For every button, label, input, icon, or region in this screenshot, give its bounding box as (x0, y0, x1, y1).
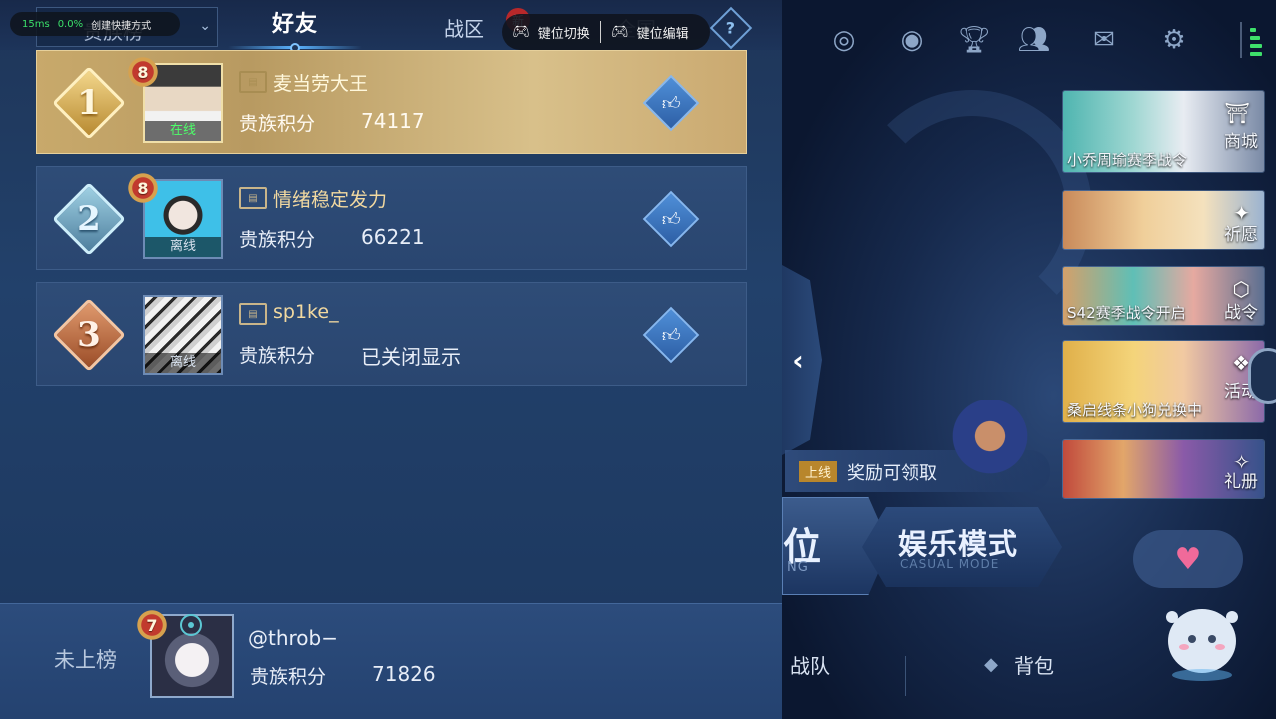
thumbs-up-icon: 👍︎ (661, 93, 681, 114)
score-label: 贵族积分 (250, 666, 327, 688)
nav-bag[interactable]: ◆ 背包 (978, 650, 1054, 679)
heart-icon: ♥ (1174, 541, 1202, 577)
player-name: 情绪稳定发力 (273, 189, 388, 211)
loss-readout: 0.0% (57, 18, 84, 30)
nav-team-label: 战队 (790, 654, 830, 678)
mail-icon[interactable]: ✉ (1084, 20, 1124, 60)
help-glyph: ? (726, 18, 736, 38)
side-float-button[interactable] (1248, 348, 1276, 404)
thumbs-up-icon: 👍︎ (661, 325, 681, 346)
promo-button-label: 祈愿 (1224, 225, 1258, 245)
score-label: 贵族积分 (239, 113, 316, 135)
noble-level-badge: 8 (123, 171, 163, 205)
status-label: 离线 (145, 353, 221, 373)
noble-level-badge: 7 (132, 608, 172, 642)
key-edit-button[interactable]: 🎮︎ 键位编辑 (601, 23, 699, 42)
key-switch-button[interactable]: 🎮︎ 键位切换 (502, 23, 600, 42)
shop-icon: ⛩ (1224, 101, 1250, 125)
reward-text: 奖励可领取 (847, 463, 937, 484)
target-icon[interactable]: ◎ (824, 20, 864, 60)
unranked-label: 未上榜 (54, 648, 117, 672)
score-value: 71826 (372, 662, 436, 686)
score-value: 已关闭显示 (361, 345, 461, 369)
nav-team[interactable]: 战队 (790, 650, 830, 679)
rank-number: 2 (77, 199, 101, 239)
bag-icon: ◆ (984, 654, 998, 675)
rank-number: 1 (77, 83, 101, 123)
casual-mode-subtitle: CASUAL MODE (900, 557, 1000, 571)
promo-button-label: 商城 (1224, 132, 1258, 152)
leaderboard-row[interactable]: 1 在线 8 ▤ 麦当劳大王 贵族积分 74117 👍︎ (36, 50, 747, 154)
my-name: @throb− (248, 626, 338, 650)
nav-divider (905, 656, 906, 696)
friends-icon[interactable]: 👥︎ (1014, 20, 1054, 60)
rank-badge: 1 (52, 63, 126, 143)
reward-tag: 上线 (799, 461, 838, 482)
heart-bubble[interactable]: ♥ (1133, 530, 1243, 588)
thumbs-up-icon: 👍︎ (661, 209, 681, 230)
target-icon (180, 614, 202, 636)
name-card-icon: ▤ (239, 187, 267, 209)
like-button[interactable]: 👍︎ (642, 74, 700, 132)
key-switch-label: 键位切换 (537, 26, 590, 42)
promo-button-label: 战令 (1224, 303, 1258, 323)
chevron-left-icon: ‹ (792, 343, 804, 377)
leaderboard-row[interactable]: 3 离线 ▤ sp1ke_ 贵族积分 已关闭显示 👍︎ (36, 282, 747, 386)
gamepad-icon: 🎮︎ (512, 24, 530, 40)
noble-level: 8 (137, 62, 149, 82)
promo-caption: 小乔周瑜赛季战令 (1067, 151, 1188, 169)
player-name: 麦当劳大王 (273, 73, 369, 95)
name-card-icon: ▤ (239, 71, 267, 93)
player-name: sp1ke_ (273, 301, 339, 323)
like-button[interactable]: 👍︎ (642, 190, 700, 248)
score-value: 66221 (361, 225, 425, 249)
noble-level-badge: 8 (123, 55, 163, 89)
like-button[interactable]: 👍︎ (642, 306, 700, 364)
status-label: 离线 (145, 237, 221, 257)
promo-button-label: 礼册 (1224, 472, 1258, 492)
leaderboard-panel: 贵族榜 ⌄ 好友 战区 新 全国 ? 1 在线 8 ▤ 麦当劳大王 贵族积分 7… (0, 0, 782, 719)
key-mapping-overlay: 🎮︎ 键位切换 🎮︎ 键位编辑 (502, 14, 710, 50)
leaderboard-row[interactable]: 2 离线 8 ▤ 情绪稳定发力 贵族积分 66221 👍︎ (36, 166, 747, 270)
hero-portrait (950, 400, 1030, 490)
create-shortcut-label[interactable]: 创建快捷方式 (91, 17, 151, 32)
promo-caption: 桑启线条小狗兑换中 (1067, 401, 1203, 419)
ranked-mode-subtitle: NG (787, 560, 809, 575)
name-card-icon: ▤ (239, 303, 267, 325)
rank-number: 3 (77, 315, 101, 355)
rank-badge: 2 (52, 179, 126, 259)
promo-gift[interactable]: ✧ 礼册 (1062, 439, 1265, 499)
tab-friends[interactable]: 好友 (228, 6, 362, 53)
trophy-icon[interactable]: 🏆︎ (954, 20, 994, 60)
my-rank-row: 未上榜 7 @throb− 贵族积分 71826 (0, 603, 782, 719)
tab-friends-label: 好友 (271, 12, 318, 37)
gamepad-icon: 🎮︎ (610, 24, 629, 40)
casual-mode-button[interactable]: 娱乐模式 CASUAL MODE (862, 507, 1062, 587)
promo-wish[interactable]: ✦ 祈愿 (1062, 190, 1265, 250)
noble-level: 8 (137, 178, 149, 198)
promo-shop[interactable]: ⛩ 商城 小乔周瑜赛季战令 (1062, 90, 1265, 173)
wifi-signal-icon (1240, 22, 1262, 58)
performance-overlay[interactable]: 15ms 0.0% 创建快捷方式 (10, 12, 180, 36)
promo-caption: S42赛季战令开启 (1067, 304, 1186, 322)
noble-level: 7 (146, 615, 158, 635)
score-label: 贵族积分 (239, 229, 316, 251)
eye-icon[interactable]: ◉ (892, 20, 932, 60)
gear-icon[interactable]: ⚙ (1154, 20, 1194, 60)
latency-readout: 15ms (22, 18, 50, 30)
promo-battlepass[interactable]: ⬡ 战令 S42赛季战令开启 (1062, 266, 1265, 326)
rank-badge: 3 (52, 295, 126, 375)
key-edit-label: 键位编辑 (636, 26, 689, 42)
promo-events[interactable]: ❖ 活动 桑启线条小狗兑换中 (1062, 340, 1265, 423)
status-label: 在线 (145, 121, 221, 141)
chevron-down-icon: ⌄ (199, 18, 211, 34)
score-label: 贵族积分 (239, 345, 316, 367)
score-value: 74117 (361, 109, 425, 133)
mascot-pet[interactable] (1160, 595, 1244, 683)
nav-bag-label: 背包 (1014, 654, 1054, 678)
background-swirl (852, 90, 1092, 330)
tab-zone[interactable]: 战区 (444, 13, 484, 42)
avatar[interactable]: 离线 (143, 295, 223, 375)
